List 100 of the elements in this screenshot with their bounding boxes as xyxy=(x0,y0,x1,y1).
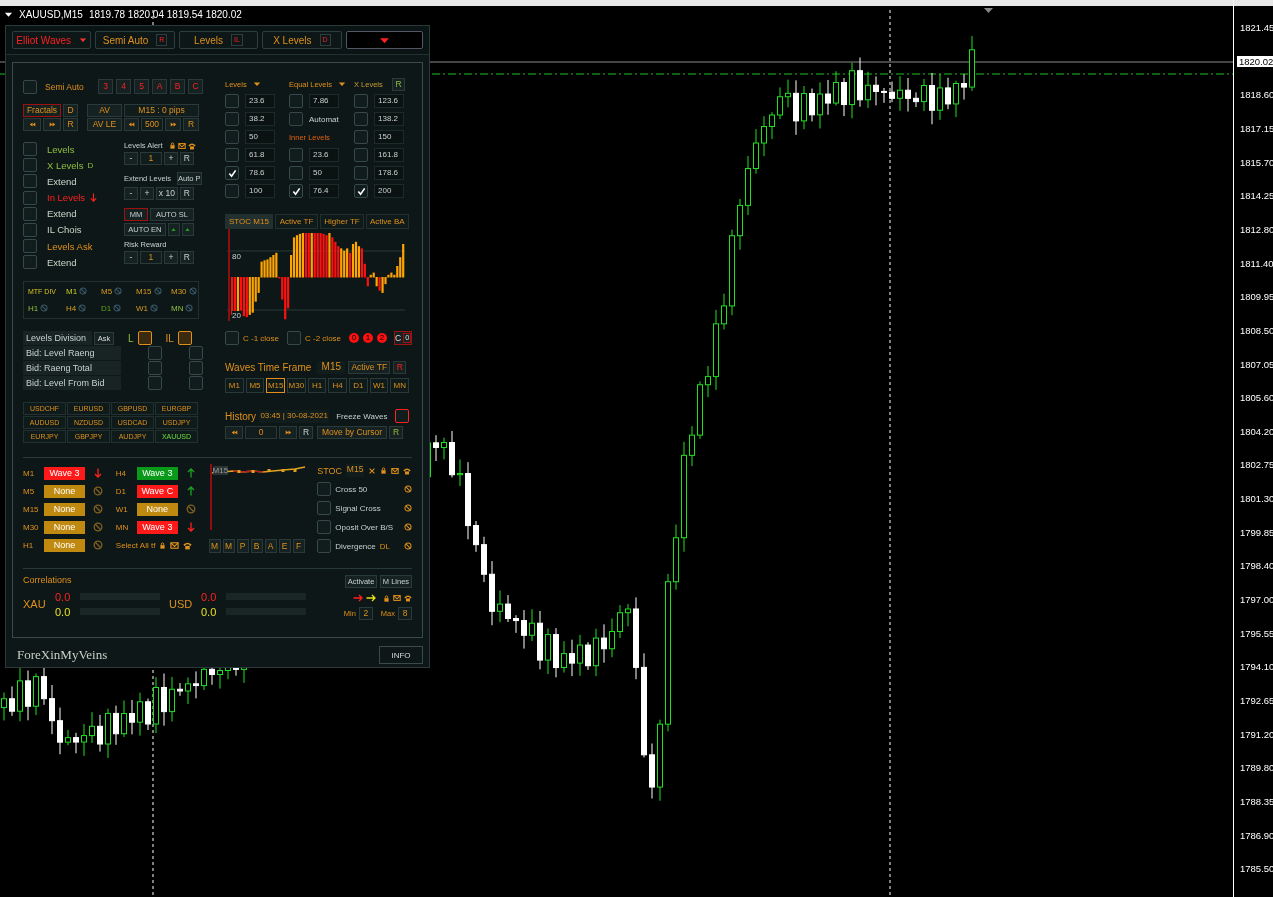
checkbox[interactable] xyxy=(317,539,332,553)
step-button[interactable]: - xyxy=(123,187,138,200)
close-icon[interactable] xyxy=(368,466,377,475)
checkbox[interactable] xyxy=(354,166,368,180)
info-button[interactable]: INFO xyxy=(379,646,423,664)
phone-icon[interactable] xyxy=(187,141,196,150)
checkbox[interactable] xyxy=(189,376,203,390)
stoc-tab[interactable]: Active BA xyxy=(365,214,409,229)
checkbox[interactable] xyxy=(225,94,239,108)
checkbox[interactable] xyxy=(354,94,368,108)
checkbox[interactable] xyxy=(23,190,37,205)
rewind-button[interactable] xyxy=(124,118,139,131)
phone-icon[interactable] xyxy=(183,540,193,550)
timeframe-button[interactable]: M1 xyxy=(225,378,244,393)
wave-button[interactable]: 5 xyxy=(134,79,149,94)
checkbox[interactable] xyxy=(148,376,162,390)
fractals-button[interactable]: Fractals xyxy=(23,104,61,117)
checkbox[interactable] xyxy=(395,409,409,423)
reset-button[interactable]: R xyxy=(63,118,78,131)
caret-icon[interactable] xyxy=(252,80,261,88)
checkbox[interactable] xyxy=(177,331,192,345)
lock-icon[interactable] xyxy=(380,467,388,474)
checkbox[interactable] xyxy=(189,361,203,375)
checkbox[interactable] xyxy=(23,142,37,156)
step-button[interactable]: R xyxy=(179,187,194,200)
wave-button[interactable]: 4 xyxy=(116,79,131,94)
checkbox[interactable] xyxy=(289,112,303,126)
step-button[interactable]: x 10 xyxy=(155,187,178,200)
line-option-button[interactable]: M xyxy=(208,539,221,553)
line-option-button[interactable]: F xyxy=(292,539,305,553)
wave-button[interactable]: C xyxy=(188,79,203,94)
mail-icon[interactable] xyxy=(170,540,180,550)
av-button[interactable]: AV xyxy=(87,104,122,117)
dropdown-button[interactable] xyxy=(345,31,423,49)
line-option-button[interactable]: E xyxy=(278,539,291,553)
checkbox[interactable] xyxy=(148,361,162,375)
mail-icon[interactable] xyxy=(393,594,401,602)
line-option-button[interactable]: A xyxy=(264,539,277,553)
checkbox[interactable] xyxy=(354,184,368,198)
line-option-button[interactable]: P xyxy=(236,539,249,553)
checkbox[interactable] xyxy=(23,239,37,254)
step-button[interactable]: - xyxy=(123,251,138,264)
step-button[interactable]: R xyxy=(179,152,194,165)
collapse-icon[interactable] xyxy=(4,10,13,19)
line-option-button[interactable]: M xyxy=(222,539,235,553)
fast-forward-button[interactable] xyxy=(43,118,61,131)
rewind-button[interactable] xyxy=(23,118,41,131)
move-by-cursor-button[interactable]: Move by Cursor xyxy=(317,426,387,439)
checkbox[interactable] xyxy=(225,130,239,144)
checkbox[interactable] xyxy=(289,166,303,180)
fast-forward-button[interactable] xyxy=(279,426,297,439)
checkbox[interactable] xyxy=(317,482,332,496)
reset-button[interactable]: R xyxy=(389,426,403,439)
timeframe-button[interactable]: W1 xyxy=(369,378,389,393)
step-button[interactable]: + xyxy=(139,187,154,200)
checkbox[interactable] xyxy=(189,346,203,360)
wave-button[interactable]: 3 xyxy=(98,79,113,94)
checkbox[interactable] xyxy=(23,174,37,189)
checkbox[interactable] xyxy=(287,331,301,345)
reset-button[interactable]: R xyxy=(393,361,407,374)
stoc-tab[interactable]: STOC M15 xyxy=(225,214,273,229)
timeframe-button[interactable]: M15 xyxy=(266,378,285,393)
mail-icon[interactable] xyxy=(391,466,400,475)
rewind-button[interactable] xyxy=(225,426,243,439)
checkbox[interactable] xyxy=(354,112,368,126)
av-le-button[interactable]: AV LE xyxy=(87,118,122,131)
checkbox[interactable] xyxy=(289,94,303,108)
phone-icon[interactable] xyxy=(404,594,412,602)
stoc-tab[interactable]: Active TF xyxy=(274,214,319,229)
up-button[interactable] xyxy=(167,223,180,236)
lock-icon[interactable] xyxy=(383,594,390,602)
checkbox[interactable] xyxy=(225,112,239,126)
checkbox[interactable] xyxy=(225,331,239,345)
caret-icon[interactable] xyxy=(337,80,346,88)
checkbox[interactable] xyxy=(23,255,37,270)
phone-icon[interactable] xyxy=(403,466,412,475)
checkbox[interactable] xyxy=(354,148,368,162)
checkbox[interactable] xyxy=(289,148,303,162)
wave-button[interactable]: B xyxy=(170,79,185,94)
line-option-button[interactable]: B xyxy=(250,539,263,553)
stoc-tab[interactable]: Higher TF xyxy=(320,214,364,229)
d-button[interactable]: D xyxy=(63,104,78,117)
timeframe-button[interactable]: M5 xyxy=(245,378,265,393)
reset-button[interactable]: R xyxy=(183,118,199,131)
up-button[interactable] xyxy=(181,223,194,236)
checkbox[interactable] xyxy=(137,331,152,345)
wave-button[interactable]: A xyxy=(152,79,167,94)
checkbox[interactable] xyxy=(148,346,162,360)
checkbox[interactable] xyxy=(225,166,239,180)
checkbox[interactable] xyxy=(23,158,37,173)
checkbox[interactable] xyxy=(354,130,368,144)
timeframe-button[interactable]: H4 xyxy=(328,378,348,393)
timeframe-button[interactable]: H1 xyxy=(307,378,327,393)
timeframe-button[interactable]: MN xyxy=(390,378,410,393)
active-tf-button[interactable]: Active TF xyxy=(348,361,391,374)
checkbox[interactable] xyxy=(317,520,332,534)
checkbox[interactable] xyxy=(317,501,332,515)
step-button[interactable]: + xyxy=(163,251,178,264)
checkbox[interactable] xyxy=(23,222,37,237)
lock-icon[interactable] xyxy=(168,142,176,149)
